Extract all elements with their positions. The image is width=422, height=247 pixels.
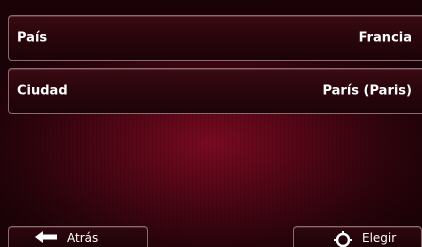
- choose-button-label: Elegir: [362, 231, 397, 245]
- country-value: Francia: [358, 30, 412, 46]
- back-button-label: Atrás: [67, 231, 99, 245]
- country-row[interactable]: País Francia: [8, 15, 422, 61]
- arrow-left-icon: [35, 231, 57, 243]
- city-value: París (Paris): [322, 83, 412, 99]
- city-row[interactable]: Ciudad París (Paris): [8, 68, 422, 114]
- crosshair-icon: [334, 231, 352, 247]
- country-label: País: [17, 30, 48, 46]
- back-button[interactable]: Atrás: [8, 226, 148, 247]
- city-label: Ciudad: [17, 83, 68, 99]
- choose-button[interactable]: Elegir: [293, 226, 422, 247]
- screen: País Francia Ciudad París (Paris) Atrás …: [0, 0, 422, 247]
